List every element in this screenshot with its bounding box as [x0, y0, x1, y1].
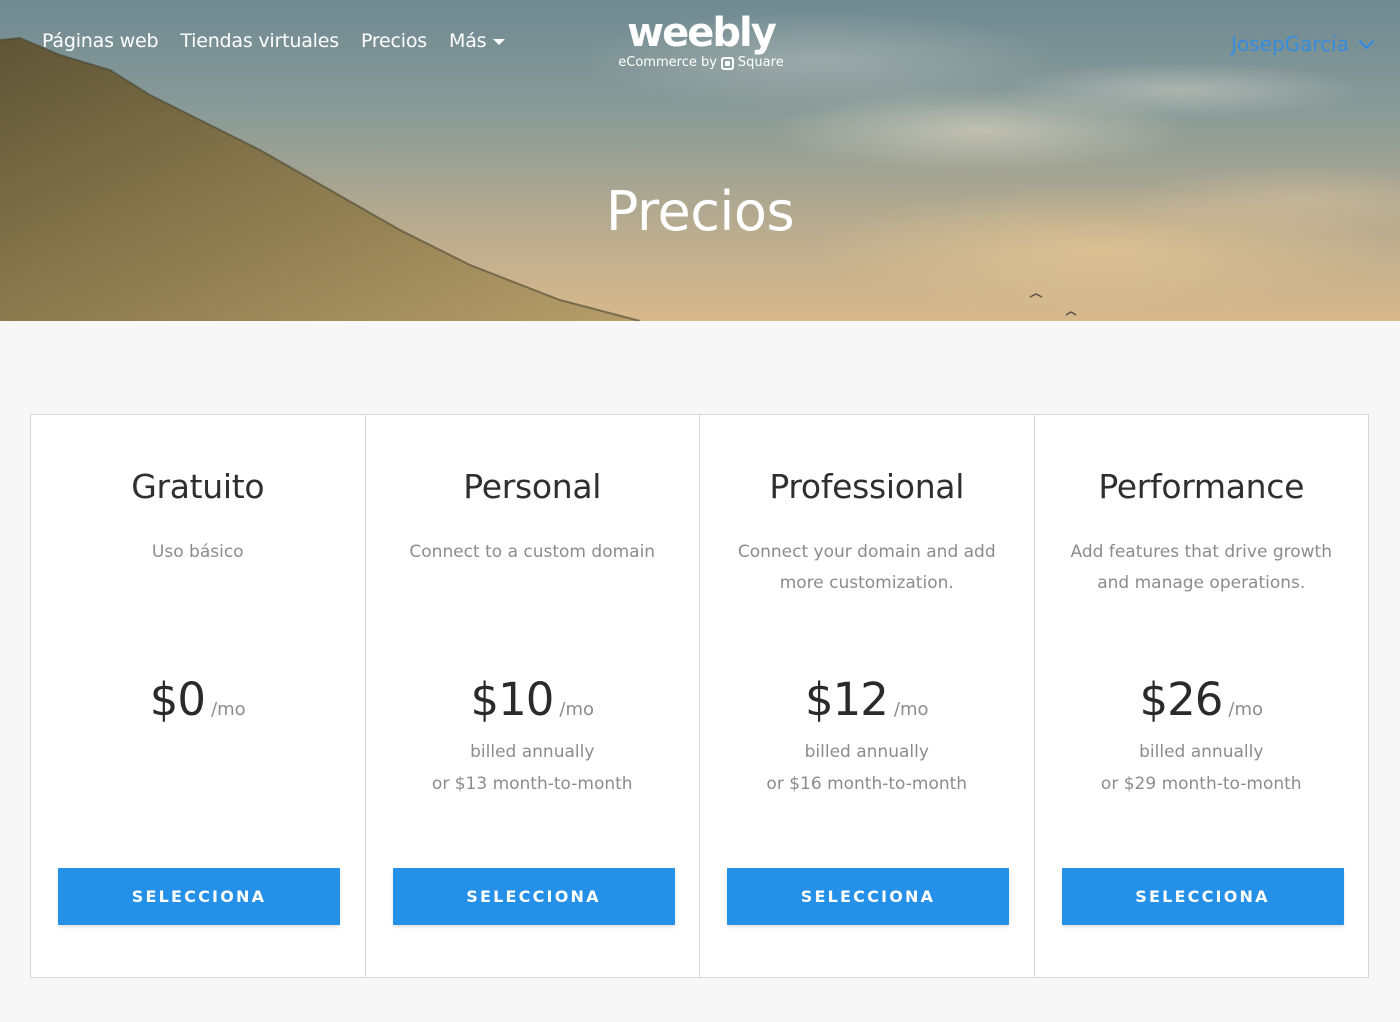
plan-description: Uso básico	[151, 542, 244, 562]
pricing-plans: Gratuito Uso básico $0 /mo SELECCIONA Pe…	[30, 414, 1369, 978]
billing-line-1: billed annually	[804, 742, 929, 762]
select-plan-button[interactable]: SELECCIONA	[58, 868, 340, 925]
page-title: Precios	[605, 180, 795, 243]
billing-line-2: or $16 month-to-month	[766, 774, 968, 794]
price-unit: /mo	[559, 699, 595, 720]
plan-card-professional: Professional Connect your domain and add…	[700, 415, 1035, 977]
billing-info: billed annually or $16 month-to-month	[700, 736, 1034, 800]
nav-item-tiendas-virtuales[interactable]: Tiendas virtuales	[180, 30, 339, 52]
nav-item-mas-label: Más	[449, 30, 487, 52]
billing-info: billed annually or $29 month-to-month	[1035, 736, 1369, 800]
price-amount: $12	[804, 673, 889, 726]
plan-name: Gratuito	[131, 467, 265, 506]
price-unit: /mo	[893, 699, 929, 720]
price-unit: /mo	[1228, 699, 1264, 720]
main-nav: Páginas web Tiendas virtuales Precios Má…	[42, 30, 506, 52]
plan-card-gratuito: Gratuito Uso básico $0 /mo SELECCIONA	[31, 415, 366, 977]
select-plan-button[interactable]: SELECCIONA	[1061, 868, 1344, 925]
plan-card-performance: Performance Add features that drive grow…	[1035, 415, 1369, 977]
billing-line-1: billed annually	[470, 742, 595, 762]
plan-card-personal: Personal Connect to a custom domain $10 …	[366, 415, 700, 977]
nav-item-precios[interactable]: Precios	[361, 30, 427, 52]
plan-price: $10 /mo	[366, 673, 700, 726]
billing-info: billed annually or $13 month-to-month	[366, 736, 700, 800]
plan-description: Add features that drive growth and manag…	[1070, 542, 1332, 593]
user-name: JosepGarcia	[1231, 32, 1349, 56]
billing-line-2: or $29 month-to-month	[1100, 774, 1302, 794]
plan-name: Professional	[769, 467, 965, 506]
caret-down-icon	[493, 39, 506, 45]
plan-description: Connect to a custom domain	[409, 542, 656, 562]
plan-price: $12 /mo	[700, 673, 1034, 726]
logo-wordmark: weebly	[627, 10, 777, 56]
price-unit: /mo	[211, 699, 246, 720]
price-amount: $26	[1139, 673, 1223, 726]
billing-line-2: or $13 month-to-month	[431, 774, 633, 794]
square-logo-icon	[720, 56, 734, 70]
logo-sub-brand: Square	[737, 55, 784, 70]
user-menu[interactable]: JosepGarcia	[1231, 32, 1375, 56]
weebly-logo[interactable]: weebly eCommerce by Square	[616, 10, 786, 70]
plan-price: $0 /mo	[31, 673, 365, 726]
price-amount: $0	[149, 673, 206, 726]
price-amount: $10	[470, 673, 554, 726]
birds-icon	[1029, 293, 1077, 316]
billing-line-1: billed annually	[1139, 742, 1264, 762]
chevron-down-icon	[1358, 33, 1375, 49]
logo-sub-prefix: eCommerce by	[618, 55, 717, 70]
select-plan-button[interactable]: SELECCIONA	[392, 868, 675, 925]
plan-name: Personal	[463, 467, 602, 506]
select-plan-button[interactable]: SELECCIONA	[727, 868, 1009, 925]
nav-item-paginas-web[interactable]: Páginas web	[42, 30, 159, 52]
plan-name: Performance	[1098, 467, 1305, 506]
plan-description: Connect your domain and add more customi…	[737, 542, 996, 593]
logo-subtitle: eCommerce by Square	[616, 56, 786, 70]
nav-item-mas[interactable]: Más	[449, 30, 506, 52]
plan-price: $26 /mo	[1035, 673, 1369, 726]
hero-banner: Páginas web Tiendas virtuales Precios Má…	[0, 0, 1400, 321]
